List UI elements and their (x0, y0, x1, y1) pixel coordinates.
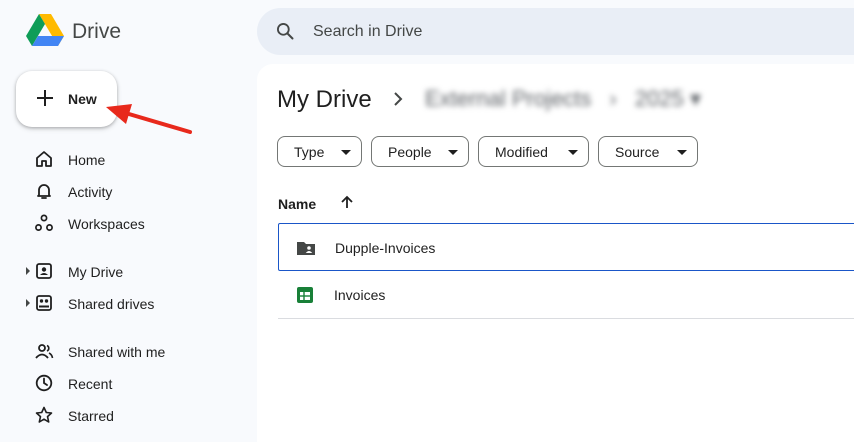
sidebar-item-workspaces[interactable]: Workspaces (26, 209, 246, 237)
arrow-up-icon[interactable] (339, 194, 355, 210)
sidebar-item-shared-drives[interactable]: Shared drives (26, 289, 246, 317)
filter-modified-chip[interactable]: Modified (478, 136, 589, 167)
sidebar-item-label: My Drive (68, 264, 124, 280)
new-button-label: New (68, 91, 97, 107)
file-name: Dupple-Invoices (335, 240, 436, 256)
my-drive-icon (36, 263, 52, 279)
filter-label: Source (615, 144, 660, 160)
file-row-dupple-invoices[interactable]: Dupple-Invoices (278, 223, 854, 271)
shared-folder-icon (297, 242, 315, 255)
sidebar-item-label: Starred (68, 408, 114, 424)
breadcrumb-blurred[interactable]: External Projects › 2025 ▾ (425, 86, 701, 112)
filter-label: Modified (495, 144, 548, 160)
drive-logo-icon (26, 14, 64, 46)
sidebar-item-label: Workspaces (68, 216, 145, 232)
filter-label: People (388, 144, 432, 160)
sidebar-item-my-drive[interactable]: My Drive (26, 257, 246, 285)
caret-down-icon (448, 150, 458, 155)
column-header-name[interactable]: Name (278, 196, 316, 212)
sidebar-item-home[interactable]: Home (26, 145, 246, 173)
search-input[interactable] (313, 8, 833, 55)
breadcrumb-caret: ▾ (689, 86, 701, 111)
star-icon (35, 406, 53, 423)
sidebar-item-starred[interactable]: Starred (26, 401, 246, 429)
sidebar-item-activity[interactable]: Activity (26, 177, 246, 205)
caret-down-icon (568, 150, 578, 155)
home-icon (36, 151, 52, 167)
search-bar[interactable] (257, 8, 854, 55)
file-name: Invoices (334, 287, 386, 303)
sidebar-item-label: Shared drives (68, 296, 155, 312)
caret-down-icon (677, 150, 687, 155)
sidebar-item-shared-with-me[interactable]: Shared with me (26, 337, 246, 365)
caret-right-icon[interactable] (26, 267, 30, 275)
filter-source-chip[interactable]: Source (598, 136, 698, 167)
people-icon (35, 344, 54, 359)
sidebar-item-label: Activity (68, 184, 113, 200)
sidebar-item-recent[interactable]: Recent (26, 369, 246, 397)
filter-type-chip[interactable]: Type (277, 136, 362, 167)
chevron-right-icon (394, 92, 403, 106)
annotation-arrow-icon (106, 104, 192, 134)
sidebar-item-label: Shared with me (68, 344, 166, 360)
caret-right-icon[interactable] (26, 299, 30, 307)
breadcrumb-folder-1[interactable]: External Projects (425, 86, 591, 111)
sheets-icon (297, 287, 313, 303)
filter-people-chip[interactable]: People (371, 136, 469, 167)
workspaces-icon (35, 214, 53, 231)
caret-down-icon (341, 150, 351, 155)
sidebar-item-label: Home (68, 152, 106, 168)
breadcrumb-folder-2[interactable]: 2025 (635, 86, 684, 111)
plus-icon (37, 90, 53, 106)
file-row-invoices[interactable]: Invoices (278, 271, 854, 319)
main-panel: My Drive External Projects › 2025 ▾ Type… (257, 64, 854, 442)
search-icon[interactable] (275, 21, 295, 41)
bell-icon (37, 184, 51, 199)
breadcrumb-separator: › (609, 86, 617, 111)
clock-icon (35, 374, 53, 392)
filter-label: Type (294, 144, 325, 160)
shared-drives-icon (36, 295, 52, 311)
breadcrumb-my-drive[interactable]: My Drive (277, 86, 372, 114)
sidebar-item-label: Recent (68, 376, 113, 392)
app-name: Drive (72, 20, 122, 43)
